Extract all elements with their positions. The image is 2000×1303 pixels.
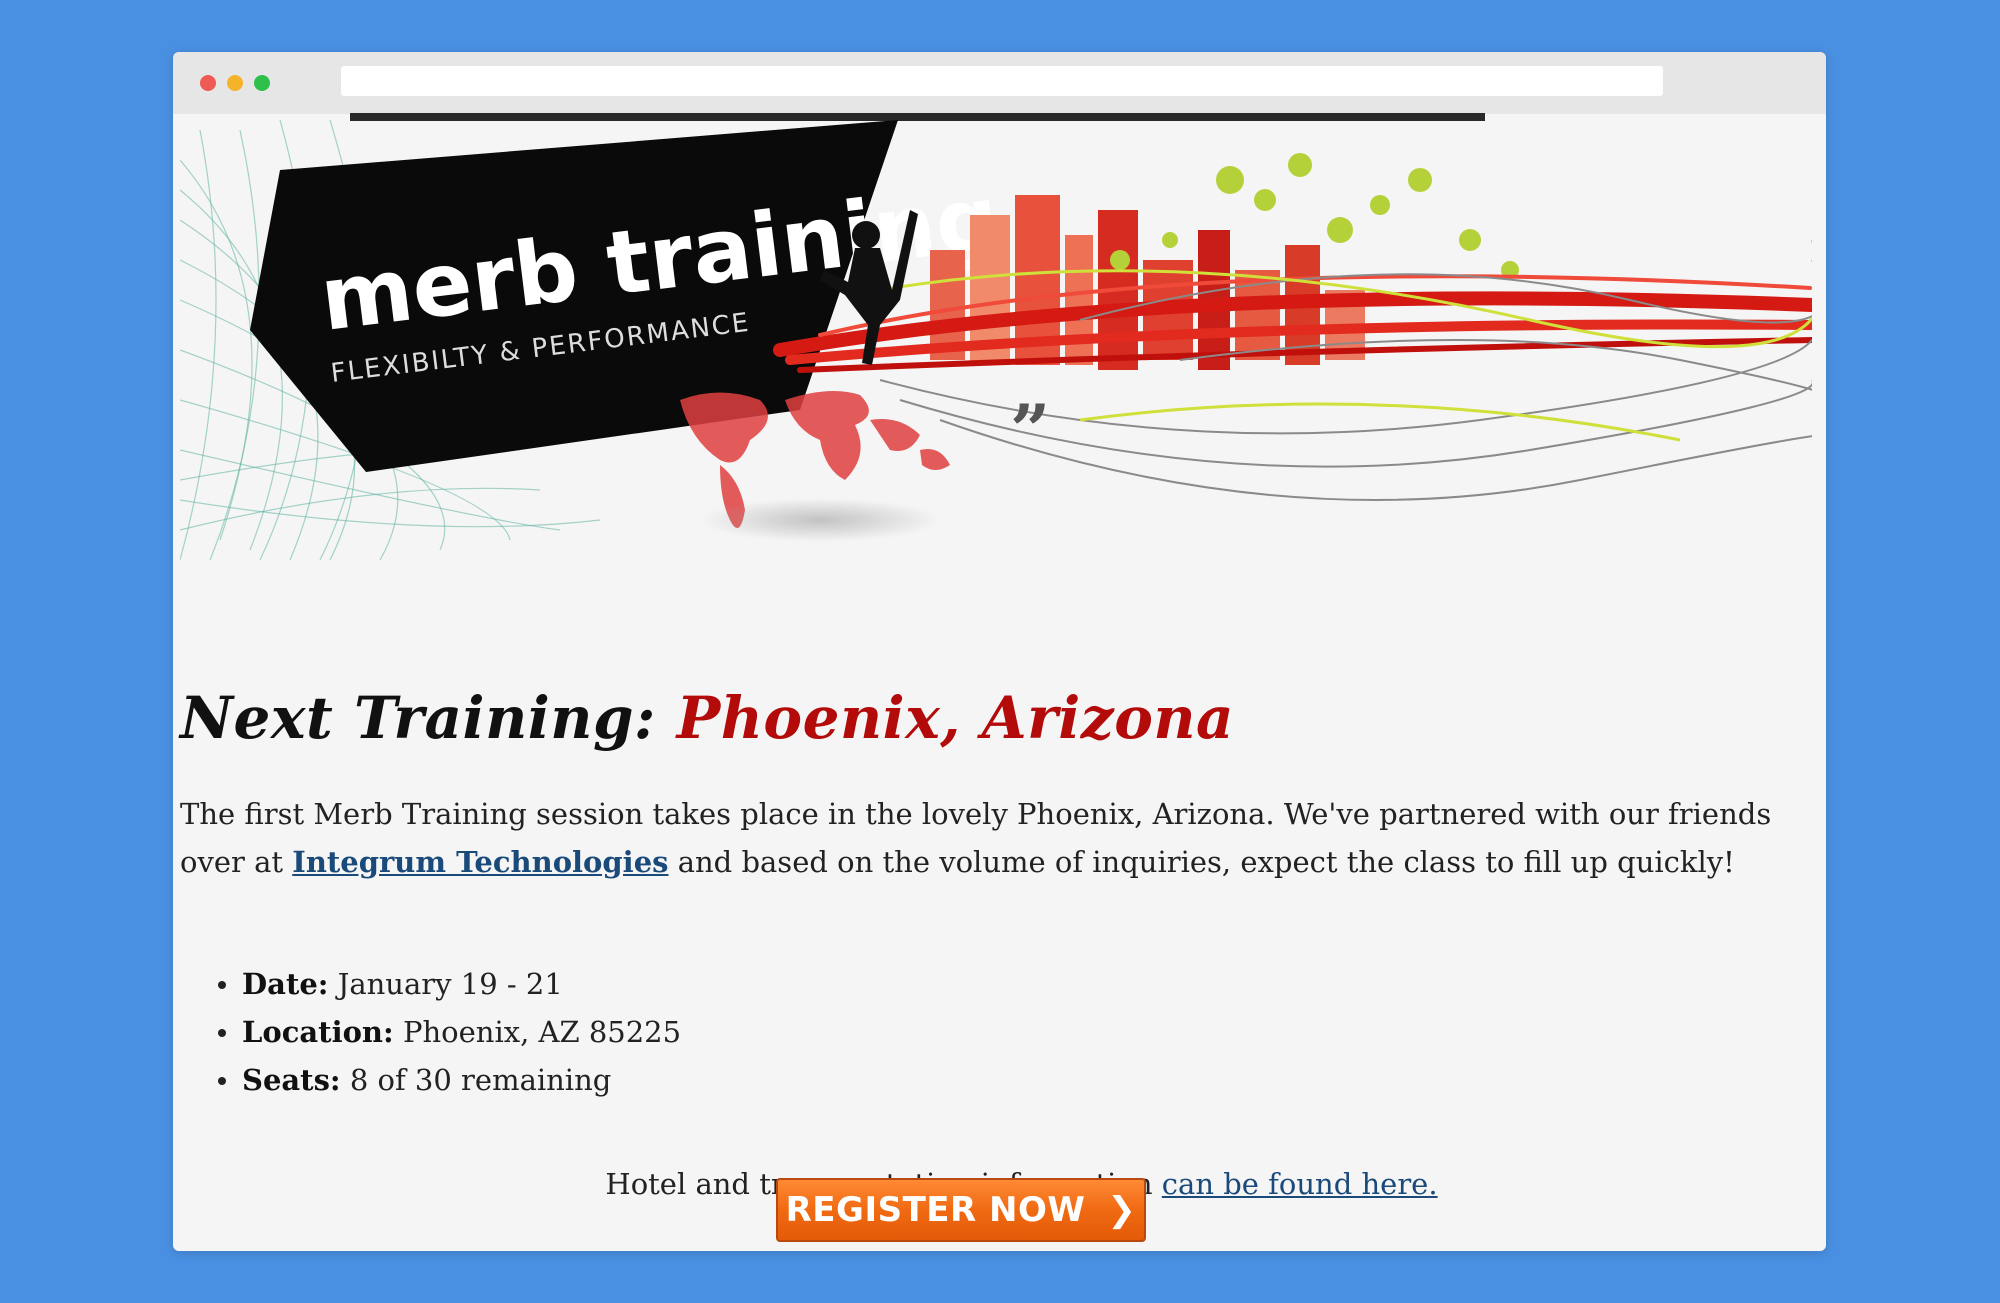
maximize-window-dot[interactable] (254, 75, 270, 91)
register-now-button[interactable]: REGISTER NOW ❯ (776, 1178, 1146, 1242)
list-item: Seats: 8 of 30 remaining (217, 1056, 681, 1104)
detail-label: Location: (242, 1015, 394, 1049)
detail-label: Date: (242, 967, 329, 1001)
minimize-window-dot[interactable] (227, 75, 243, 91)
intro-text-after: and based on the volume of inquiries, ex… (677, 845, 1735, 879)
training-details-list: Date: January 19 - 21 Location: Phoenix,… (180, 960, 681, 1104)
address-bar[interactable] (341, 66, 1663, 96)
page-title-city: Phoenix, Arizona (676, 684, 1235, 752)
chevron-right-icon: ❯ (1107, 1190, 1137, 1230)
browser-window: merb training FLEXIBILTY & PERFORMANCE ”… (173, 52, 1826, 1251)
detail-label: Seats: (242, 1063, 341, 1097)
intro-paragraph: The first Merb Training session takes pl… (180, 790, 1820, 886)
detail-value: Phoenix, AZ 85225 (402, 1015, 682, 1049)
merb-training-banner: merb training FLEXIBILTY & PERFORMANCE ” (180, 120, 1812, 561)
browser-titlebar (173, 52, 1826, 114)
detail-value: January 19 - 21 (337, 967, 563, 1001)
close-window-dot[interactable] (200, 75, 216, 91)
quote-mark-icon: ” (1010, 389, 1050, 472)
integrum-technologies-link[interactable]: Integrum Technologies (292, 845, 668, 879)
list-item: Date: January 19 - 21 (217, 960, 681, 1008)
detail-value: 8 of 30 remaining (349, 1063, 612, 1097)
page-title-prefix: Next Training: (180, 684, 656, 752)
register-now-label: REGISTER NOW (785, 1190, 1086, 1230)
hotel-info-link[interactable]: can be found here. (1162, 1167, 1438, 1201)
map-shadow-graphic (700, 498, 940, 542)
page-title: Next Training: Phoenix, Arizona (180, 684, 1234, 752)
list-item: Location: Phoenix, AZ 85225 (217, 1008, 682, 1056)
